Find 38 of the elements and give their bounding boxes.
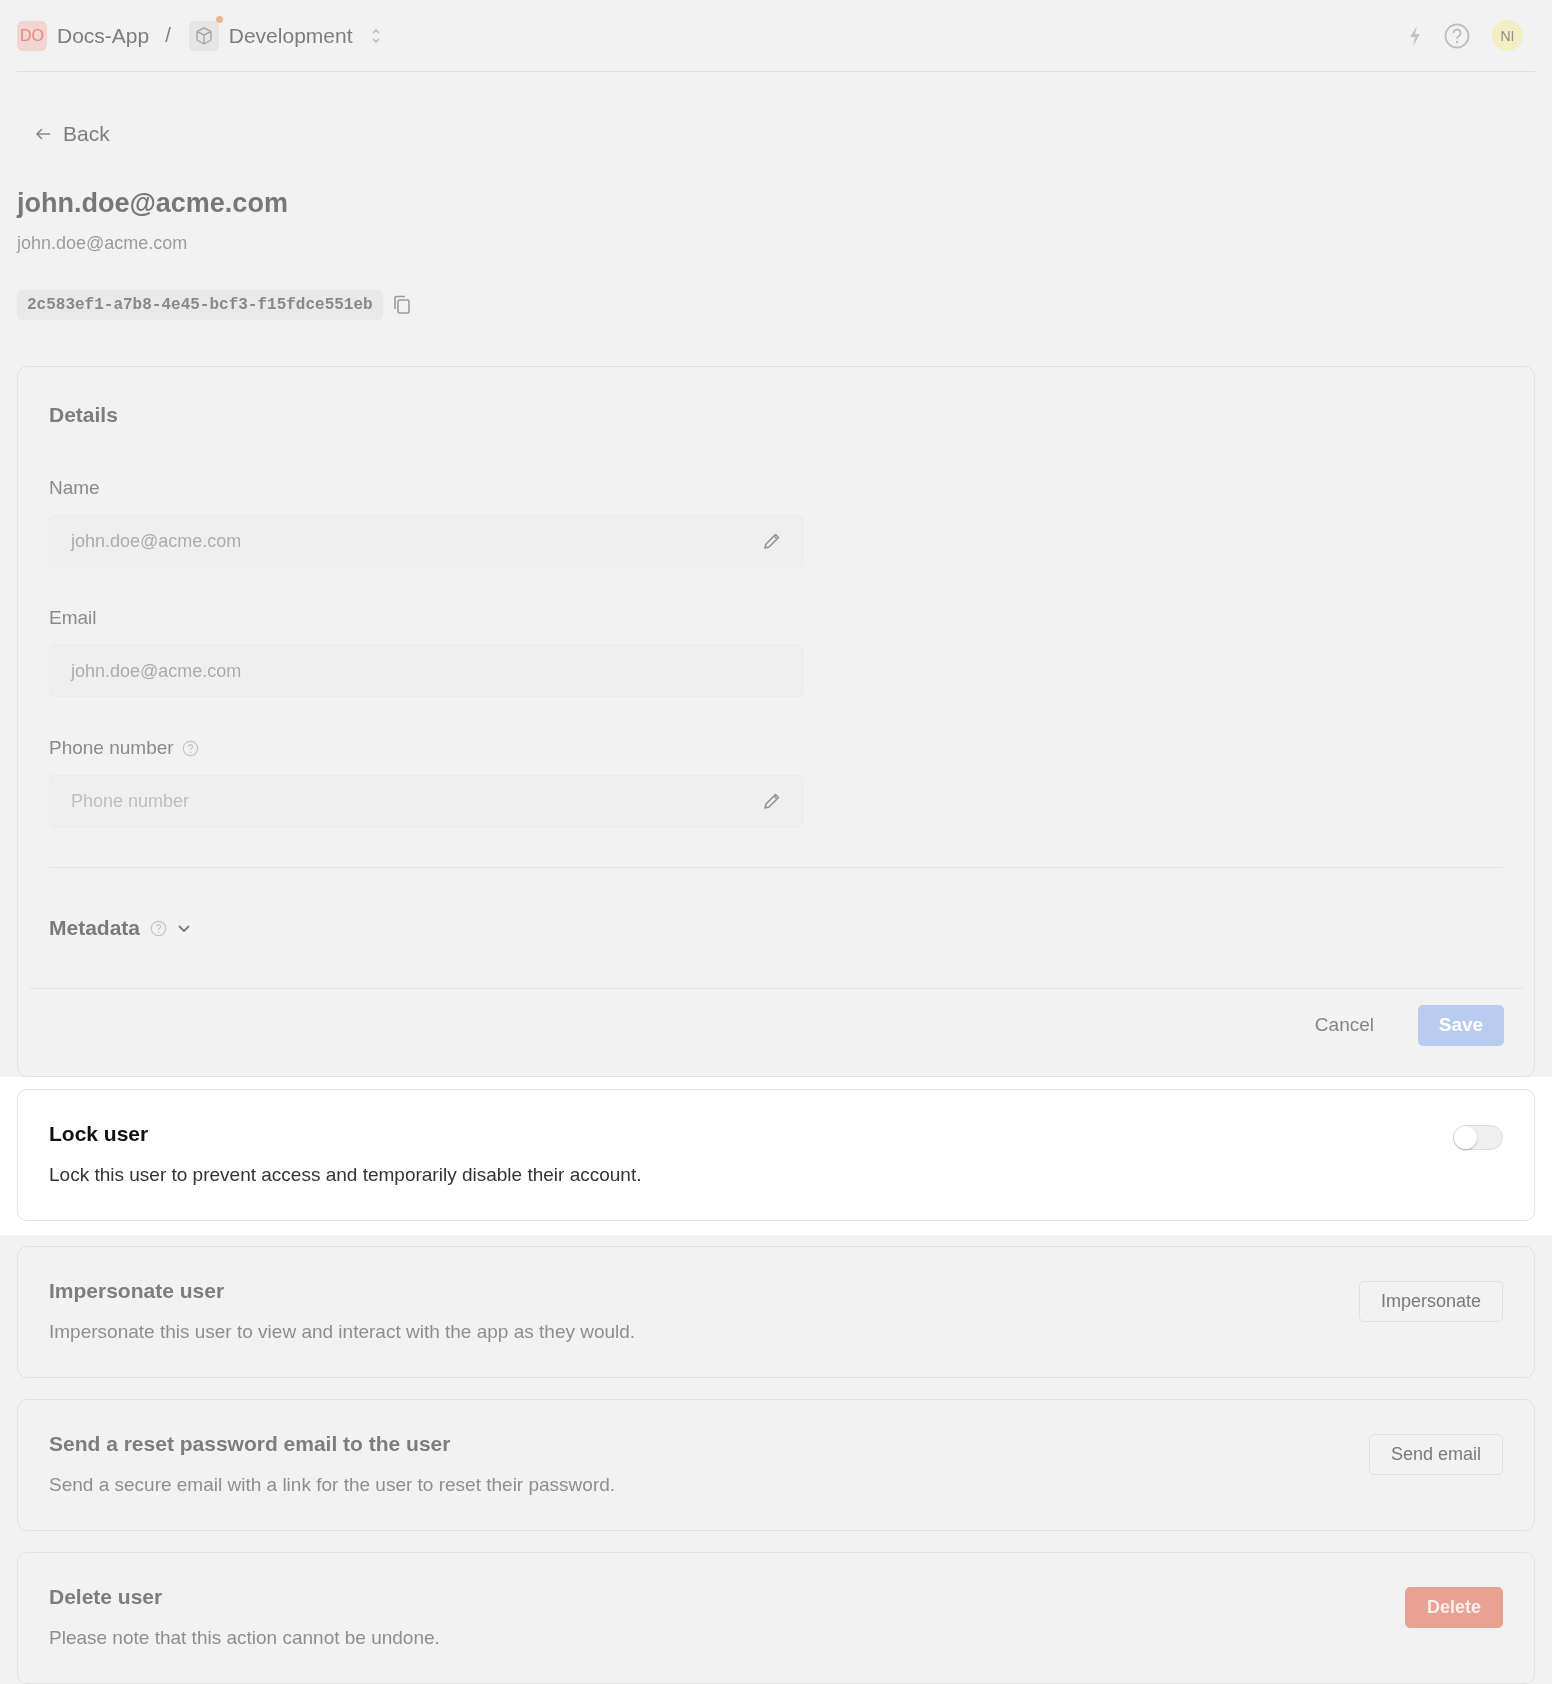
field-label: Phone number [49,737,174,759]
org-name[interactable]: Docs-App [57,23,150,48]
pencil-icon[interactable] [762,791,782,811]
input-field[interactable]: john.doe@acme.com [49,645,803,697]
help-icon[interactable] [150,919,168,937]
section-description: Lock this user to prevent access and temporarily disable their account. [49,1164,642,1186]
help-icon[interactable] [1444,22,1470,49]
section-title: Impersonate user [49,1279,226,1303]
action-button[interactable]: Send email [1368,1434,1503,1475]
cancel-button[interactable]: Cancel [1298,1004,1390,1046]
field-label: Email [49,607,97,629]
arrow-left-icon [35,127,51,141]
environment-name[interactable]: Development [228,23,353,48]
field-label: Name [49,477,100,499]
lightning-icon[interactable] [1408,24,1422,47]
toggle-switch[interactable] [1453,1125,1503,1150]
metadata-toggle[interactable]: Metadata [49,916,141,940]
user-avatar[interactable]: NI [1492,20,1523,51]
section-title: Send a reset password email to the user [49,1432,452,1456]
org-badge: DO [17,20,47,51]
pencil-icon[interactable] [762,531,782,551]
breadcrumb-separator: / [165,24,171,47]
copy-icon[interactable] [392,295,411,315]
user-title: john.doe@acme.com [17,188,289,219]
section-title: Lock user [49,1122,150,1146]
user-email: john.doe@acme.com [17,233,189,254]
action-button[interactable]: Impersonate [1358,1281,1503,1322]
user-id: 2c583ef1-a7b8-4e45-bcf3-f15fdce551eb [17,290,383,320]
section-description: Please note that this action cannot be undone. [49,1627,440,1649]
input-field[interactable]: john.doe@acme.com [49,515,803,567]
action-button[interactable]: Delete [1404,1587,1503,1628]
chevron-down-icon[interactable] [177,923,192,933]
back-link[interactable]: Back [35,122,110,146]
section-description: Send a secure email with a link for the user to reset their password. [49,1474,616,1496]
section-title: Delete user [49,1585,164,1609]
help-icon[interactable] [181,739,199,757]
section-description: Impersonate this user to view and interact with the app as they would. [49,1321,636,1343]
section-title: Details [49,403,119,427]
